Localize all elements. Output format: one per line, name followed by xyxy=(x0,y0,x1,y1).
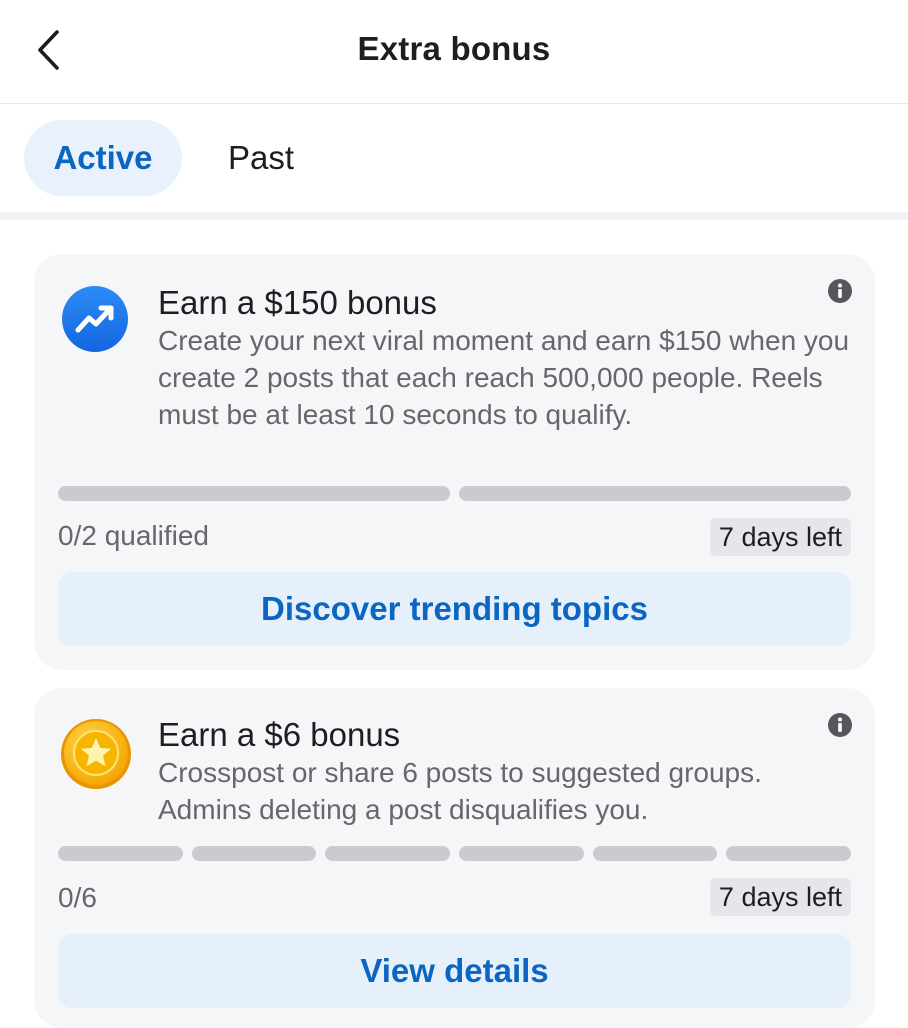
tab-bar: Active Past xyxy=(0,104,908,212)
progress-count: 0/6 xyxy=(58,882,97,913)
progress-segment xyxy=(191,846,317,861)
star-coin-icon xyxy=(60,718,132,790)
days-left-badge: 7 days left xyxy=(709,878,851,916)
discover-trending-topics-button[interactable]: Discover trending topics xyxy=(58,572,851,646)
progress-segment xyxy=(325,846,451,861)
progress-bar xyxy=(58,486,851,501)
info-icon[interactable] xyxy=(827,712,853,738)
page-title: Extra bonus xyxy=(357,30,551,67)
progress-segment xyxy=(459,486,851,501)
info-icon[interactable] xyxy=(827,278,853,304)
bonus-card: Earn a $150 bonus Create your next viral… xyxy=(34,254,875,670)
qualified-count: 0/2 qualified xyxy=(58,520,210,551)
bonus-title: Earn a $6 bonus xyxy=(158,716,401,753)
progress-segment xyxy=(726,846,852,861)
bonus-description: Create your next viral moment and earn $… xyxy=(158,325,850,430)
days-left-badge: 7 days left xyxy=(709,518,851,556)
bonus-description: Crosspost or share 6 posts to suggested … xyxy=(158,757,762,825)
tab-past[interactable]: Past xyxy=(204,120,318,196)
header: Extra bonus xyxy=(0,0,908,104)
progress-segment xyxy=(58,486,450,501)
section-divider xyxy=(0,212,908,220)
progress-segment xyxy=(459,846,584,861)
view-details-button[interactable]: View details xyxy=(58,934,851,1008)
tab-active[interactable]: Active xyxy=(24,120,182,196)
progress-bar xyxy=(58,846,852,861)
bonus-title: Earn a $150 bonus xyxy=(158,284,437,321)
bonus-card: Earn a $6 bonus Crosspost or share 6 pos… xyxy=(34,688,875,1028)
progress-segment xyxy=(58,846,183,861)
progress-segment xyxy=(592,846,718,861)
trending-up-icon xyxy=(62,286,128,352)
